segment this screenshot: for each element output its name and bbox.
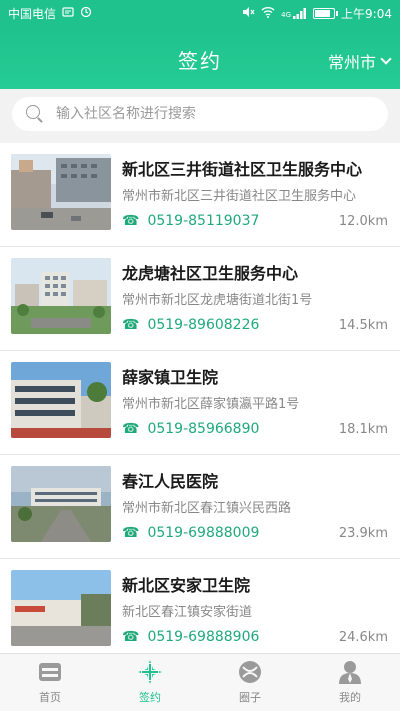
tab-home-label: 首页 (39, 691, 61, 704)
chevron-down-icon (380, 53, 392, 65)
tab-circle-label: 圈子 (239, 691, 261, 704)
clinic-address: 常州市新北区三井街道社区卫生服务中心 (122, 189, 357, 204)
app-header: 签约 常州市 (0, 27, 400, 89)
list-item[interactable]: 龙虎塘社区卫生服务中心 常州市新北区龙虎塘街道北街1号 ☎ 0519-89608… (0, 247, 400, 351)
city-selector[interactable]: 常州市 (327, 49, 392, 73)
clinic-distance: 23.9km (338, 526, 388, 541)
carrier-label: 中国电信 (8, 7, 57, 21)
list-item[interactable]: 春江人民医院 常州市新北区春江镇兴民西路 ☎ 0519-69888009 23.… (0, 455, 400, 559)
tab-profile[interactable]: 我的 (300, 654, 400, 711)
sign-icon (138, 660, 162, 684)
clinic-list: 新北区三井街道社区卫生服务中心 常州市新北区三井街道社区卫生服务中心 ☎ 051… (0, 143, 400, 653)
tab-home[interactable]: 首页 (0, 654, 100, 711)
tab-circle[interactable]: 圈子 (200, 654, 300, 711)
clinic-name: 薛家镇卫生院 (122, 368, 219, 387)
tab-profile-label: 我的 (339, 691, 361, 704)
signal-icon: 4G (281, 8, 307, 19)
clinic-photo (11, 570, 111, 646)
clinic-phone[interactable]: ☎ 0519-89608226 (122, 317, 259, 333)
phone-icon: ☎ (122, 525, 140, 541)
status-bar: 中国电信 4G 上午9:04 (0, 0, 400, 27)
clinic-phone[interactable]: ☎ 0519-85966890 (122, 421, 259, 437)
list-item[interactable]: 新北区三井街道社区卫生服务中心 常州市新北区三井街道社区卫生服务中心 ☎ 051… (0, 143, 400, 247)
phone-number: 0519-85119037 (147, 213, 260, 229)
clinic-phone[interactable]: ☎ 0519-69888009 (122, 525, 259, 541)
clinic-address: 常州市新北区龙虎塘街道北街1号 (122, 293, 313, 308)
home-icon (39, 663, 61, 681)
clinic-distance: 14.5km (338, 318, 388, 333)
wifi-icon (261, 6, 275, 21)
clinic-distance: 24.6km (338, 630, 388, 645)
clinic-address: 常州市新北区春江镇兴民西路 (122, 501, 292, 516)
list-item[interactable]: 薛家镇卫生院 常州市新北区薛家镇瀛平路1号 ☎ 0519-85966890 18… (0, 351, 400, 455)
clinic-name: 春江人民医院 (122, 472, 219, 491)
tab-sign[interactable]: 签约 (100, 654, 200, 711)
tab-sign-label: 签约 (139, 691, 161, 704)
search-bar (0, 89, 400, 143)
clinic-name: 新北区安家卫生院 (122, 576, 251, 595)
mute-icon (241, 6, 255, 21)
clock: 上午9:04 (341, 7, 392, 21)
notification-icon (62, 6, 74, 21)
circle-icon (239, 661, 261, 683)
clinic-photo (11, 154, 111, 230)
sync-icon (80, 6, 92, 21)
clinic-name: 新北区三井街道社区卫生服务中心 (122, 160, 363, 179)
clinic-photo (11, 362, 111, 438)
battery-fill (315, 10, 331, 17)
clinic-photo (11, 466, 111, 542)
clinic-name: 龙虎塘社区卫生服务中心 (122, 264, 299, 283)
clinic-phone[interactable]: ☎ 0519-69888906 (122, 629, 259, 645)
phone-number: 0519-69888009 (147, 525, 260, 541)
clinic-distance: 18.1km (338, 422, 388, 437)
battery-icon (313, 8, 339, 19)
phone-number: 0519-85966890 (147, 421, 260, 437)
clinic-photo (11, 258, 111, 334)
phone-icon: ☎ (122, 629, 140, 645)
search-input[interactable] (56, 106, 356, 122)
clinic-address: 新北区春江镇安家街道 (122, 605, 253, 620)
clinic-address: 常州市新北区薛家镇瀛平路1号 (122, 397, 300, 412)
phone-icon: ☎ (122, 421, 140, 437)
search-box[interactable] (12, 97, 388, 131)
city-label: 常州市 (327, 53, 376, 72)
clinic-distance: 12.0km (338, 214, 388, 229)
phone-icon: ☎ (122, 213, 140, 229)
list-item[interactable]: 新北区安家卫生院 新北区春江镇安家街道 ☎ 0519-69888906 24.6… (0, 559, 400, 653)
search-icon (26, 105, 44, 123)
phone-number: 0519-89608226 (147, 317, 260, 333)
phone-icon: ☎ (122, 317, 140, 333)
clinic-phone[interactable]: ☎ 0519-85119037 (122, 213, 259, 229)
signal-type-label: 4G (281, 11, 292, 19)
profile-icon (339, 661, 361, 684)
tab-bar: 首页 签约 圈子 我的 (0, 653, 400, 711)
phone-number: 0519-69888906 (147, 629, 260, 645)
